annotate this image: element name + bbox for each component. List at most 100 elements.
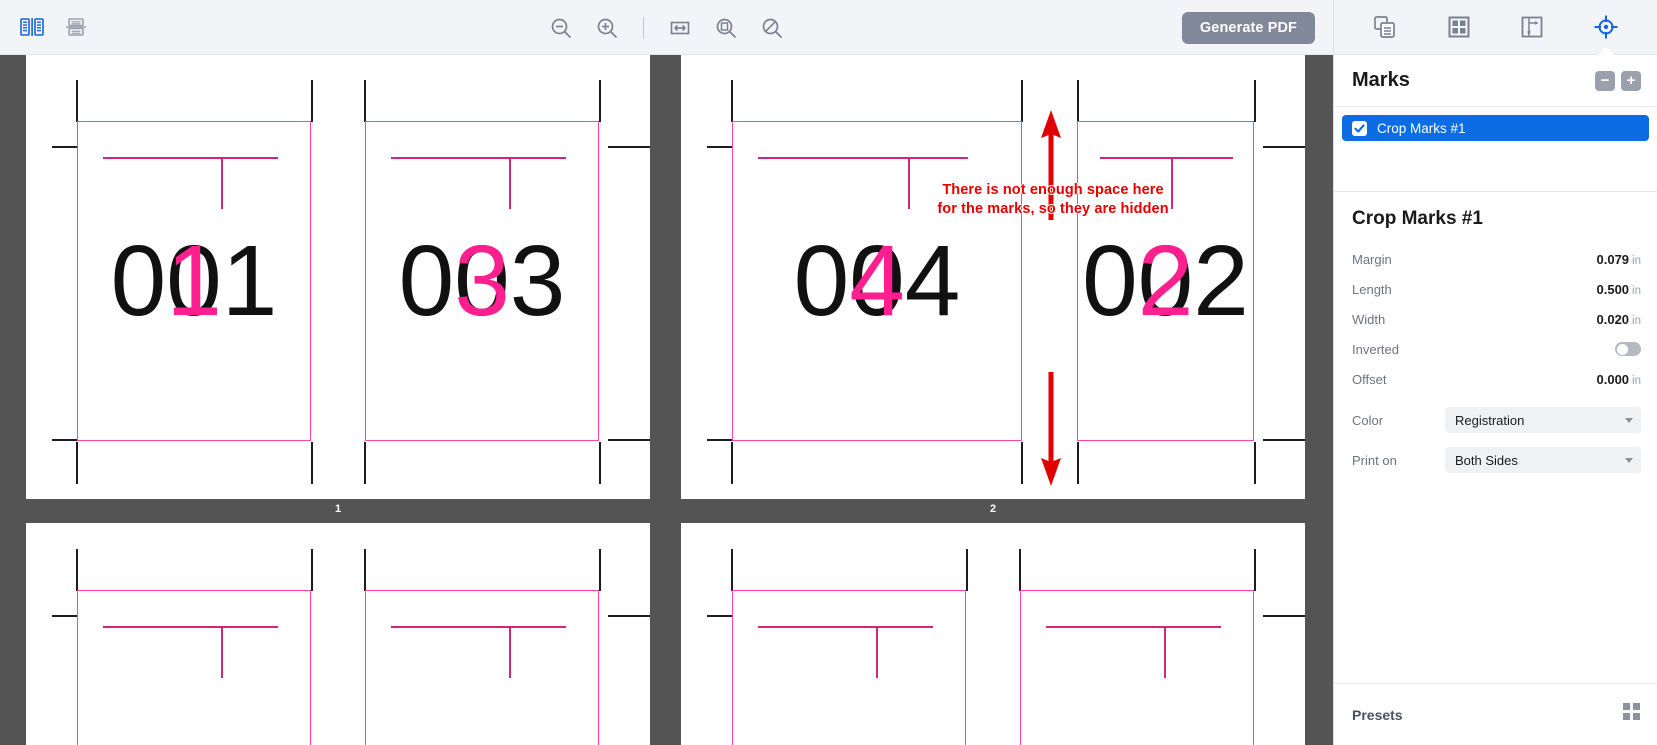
crop-mark <box>76 442 78 484</box>
property-value[interactable]: 0.500 in <box>1597 282 1642 297</box>
crop-mark <box>599 80 601 122</box>
property-inverted: Inverted <box>1352 334 1641 364</box>
crop-mark <box>608 439 650 441</box>
crop-mark <box>608 615 650 617</box>
sheet-4[interactable] <box>681 523 1305 745</box>
crop-mark <box>76 80 78 122</box>
property-print-on: Print on Both Sides <box>1352 440 1641 480</box>
sheet-label: 1 <box>334 503 342 515</box>
actual-size-icon[interactable] <box>710 12 742 44</box>
toolbar-right-group: Generate PDF <box>1181 0 1315 55</box>
print-on-select-value: Both Sides <box>1455 452 1518 468</box>
inverted-toggle[interactable] <box>1615 342 1641 356</box>
page-rule <box>758 626 933 628</box>
add-mark-button[interactable]: + <box>1621 70 1641 91</box>
imposed-page[interactable]: 001 1 <box>77 121 311 441</box>
color-select-value: Registration <box>1455 412 1525 428</box>
crop-mark <box>364 80 366 122</box>
sheet-1[interactable]: 001 1 003 3 <box>26 55 650 499</box>
property-margin: Margin 0.079 in <box>1352 244 1641 274</box>
crop-mark <box>1077 80 1079 122</box>
property-unit: in <box>1632 254 1641 267</box>
crop-mark <box>1021 80 1023 122</box>
property-label: Width <box>1352 311 1386 327</box>
imposed-page[interactable]: 002 2 <box>1077 121 1254 441</box>
crop-mark <box>311 442 313 484</box>
chevron-down-icon <box>1625 417 1633 423</box>
annotation-line-1: There is not enough space here <box>942 182 1164 198</box>
active-tab-caret <box>1598 47 1615 55</box>
main-area: Generate PDF 001 1 003 3 1 004 4 002 2 T… <box>0 0 1333 745</box>
crop-mark <box>1263 615 1305 617</box>
page-number-pink: 1 <box>166 225 222 337</box>
crop-mark <box>76 549 78 591</box>
panel-title: Marks <box>1352 69 1410 91</box>
mark-label: Crop Marks #1 <box>1377 120 1466 136</box>
page-number-pink: 3 <box>454 225 510 337</box>
property-unit: in <box>1632 314 1641 327</box>
property-label: Color <box>1352 412 1384 428</box>
mark-checkbox[interactable] <box>1352 120 1367 136</box>
crop-mark <box>731 80 733 122</box>
toolbar-zoom-group <box>0 0 1333 55</box>
property-value[interactable]: 0.000 in <box>1597 372 1642 387</box>
top-toolbar: Generate PDF <box>0 0 1333 55</box>
property-value[interactable]: 0.079 in <box>1597 252 1642 267</box>
imposed-page[interactable]: 003 3 <box>365 121 599 441</box>
property-label: Margin <box>1352 251 1392 267</box>
tab-copies[interactable] <box>1366 9 1404 45</box>
crop-mark <box>608 146 650 148</box>
sheet-2[interactable]: 004 4 002 2 There is not enough space he… <box>681 55 1305 499</box>
property-length: Length 0.500 in <box>1352 274 1641 304</box>
imposed-page[interactable] <box>732 590 966 745</box>
zoom-in-icon[interactable] <box>591 12 623 44</box>
property-offset: Offset 0.000 in <box>1352 364 1641 394</box>
crop-mark <box>599 442 601 484</box>
zoom-out-icon[interactable] <box>545 12 577 44</box>
imposition-canvas[interactable]: 001 1 003 3 1 004 4 002 2 There is not e… <box>0 55 1333 745</box>
crop-mark <box>731 442 733 484</box>
remove-mark-button[interactable]: − <box>1595 70 1615 91</box>
crop-mark <box>731 549 733 591</box>
grid-squares-icon[interactable] <box>1623 703 1641 726</box>
generate-pdf-button[interactable]: Generate PDF <box>1181 11 1315 44</box>
property-value[interactable]: 0.020 in <box>1597 312 1642 327</box>
imposed-page[interactable]: 004 4 <box>732 121 1022 441</box>
property-label: Length <box>1352 281 1392 297</box>
crop-mark <box>1263 439 1305 441</box>
crop-mark <box>311 549 313 591</box>
print-on-select[interactable]: Both Sides <box>1445 447 1641 473</box>
spread-view-icon[interactable] <box>16 11 48 43</box>
page-rule <box>221 626 223 678</box>
crop-mark <box>1263 146 1305 148</box>
crop-mark <box>1019 549 1021 591</box>
fit-width-icon[interactable] <box>664 12 696 44</box>
mark-list-item-crop-marks-1[interactable]: Crop Marks #1 <box>1342 115 1649 141</box>
imposed-page[interactable] <box>365 590 599 745</box>
crop-mark <box>364 549 366 591</box>
tab-marks[interactable] <box>1587 9 1625 55</box>
sheet-label: 2 <box>989 503 997 515</box>
panel-tab-bar <box>1334 0 1657 55</box>
imposed-page[interactable] <box>1020 590 1254 745</box>
tab-imposition[interactable] <box>1513 9 1551 45</box>
properties-title: Crop Marks #1 <box>1352 208 1483 229</box>
crop-mark <box>1021 442 1023 484</box>
property-number: 0.079 <box>1596 251 1630 267</box>
double-headed-vertical-arrow <box>1035 110 1067 486</box>
property-width: Width 0.020 in <box>1352 304 1641 334</box>
marks-header-buttons: − + <box>1595 70 1641 91</box>
stacked-view-icon[interactable] <box>60 11 92 43</box>
imposed-page[interactable] <box>77 590 311 745</box>
crop-mark <box>1254 549 1256 591</box>
tab-layout[interactable] <box>1440 9 1478 45</box>
toolbar-left-group <box>0 11 92 43</box>
sheet-3[interactable] <box>26 523 650 745</box>
color-select[interactable]: Registration <box>1445 407 1641 433</box>
right-panel: Marks − + Crop Marks #1 Crop Marks #1 Ma… <box>1333 0 1657 745</box>
mark-properties: Crop Marks #1 Margin 0.079 in Length 0.50… <box>1334 191 1657 683</box>
page-rule <box>1164 626 1166 678</box>
crop-mark <box>364 442 366 484</box>
toolbar-divider <box>643 16 644 39</box>
zoom-reset-icon[interactable] <box>756 12 788 44</box>
